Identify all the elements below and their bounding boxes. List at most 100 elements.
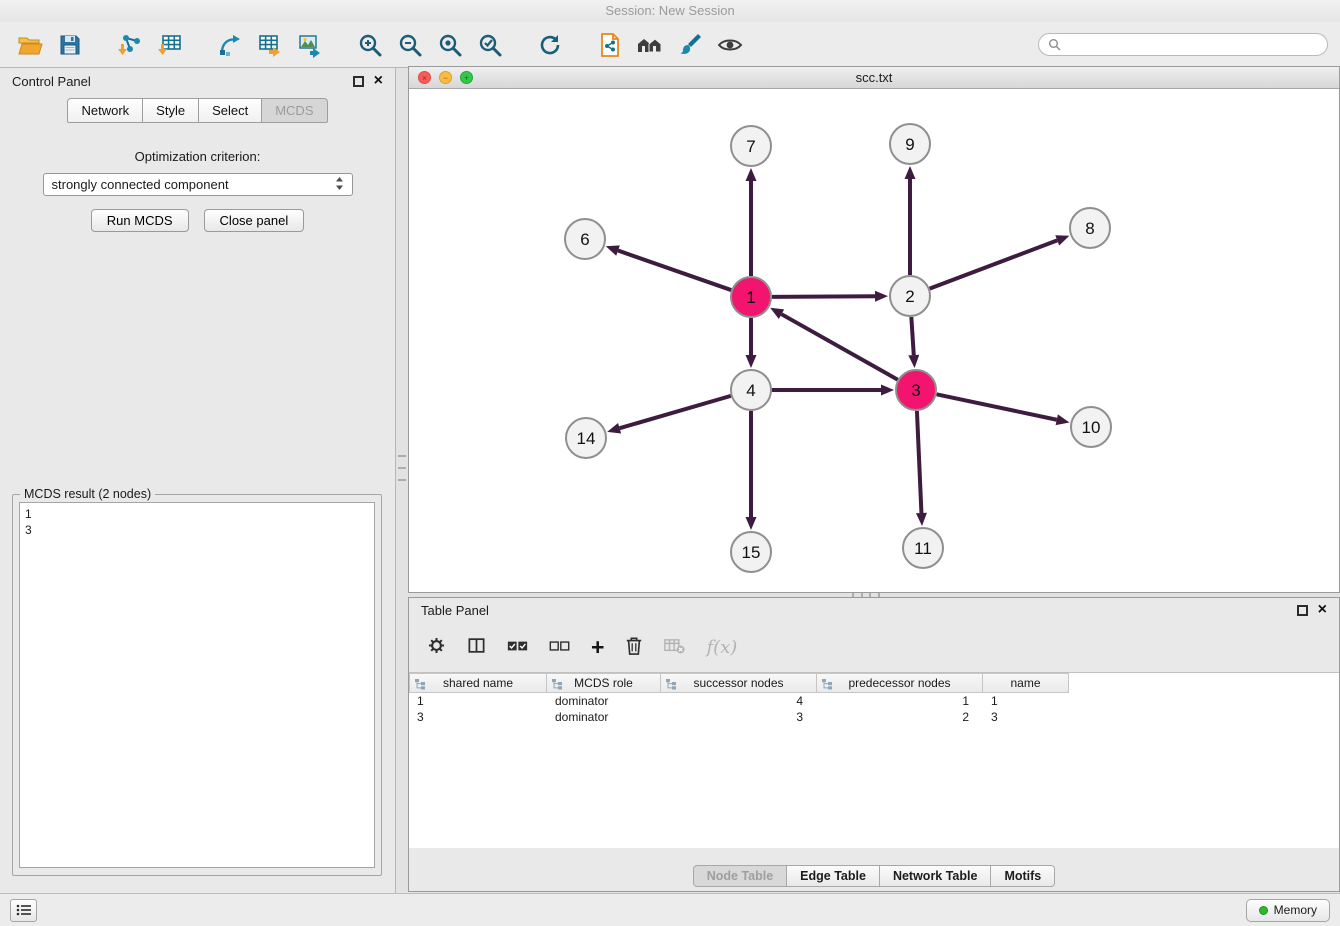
- vertical-splitter-handle[interactable]: [398, 455, 406, 481]
- first-neighbors-button[interactable]: [590, 26, 630, 64]
- float-panel-icon[interactable]: [353, 76, 364, 87]
- show-hide-button[interactable]: [710, 26, 750, 64]
- zoom-fit-button[interactable]: [430, 26, 470, 64]
- delete-table-button[interactable]: [664, 638, 685, 657]
- graph-edge-arrow: [746, 168, 757, 181]
- new-network-from-selection-button[interactable]: [210, 26, 250, 64]
- table-panel-tabs: Node Table Edge Table Network Table Moti…: [409, 865, 1339, 887]
- search-input[interactable]: [1066, 38, 1318, 52]
- cell-successor-nodes[interactable]: 4: [661, 694, 817, 708]
- column-header-successor-nodes[interactable]: successor nodes: [661, 673, 817, 693]
- graph-edge-2-3[interactable]: [911, 317, 913, 355]
- task-history-button[interactable]: [10, 899, 37, 922]
- optimization-criterion-label: Optimization criterion:: [0, 149, 395, 164]
- import-table-button[interactable]: [150, 26, 190, 64]
- run-mcds-button[interactable]: Run MCDS: [91, 209, 189, 232]
- tab-network[interactable]: Network: [67, 98, 142, 123]
- graph-edge-2-8[interactable]: [930, 240, 1058, 288]
- graph-edge-4-14[interactable]: [620, 396, 731, 428]
- memory-button[interactable]: Memory: [1246, 899, 1330, 922]
- graph-node-label: 1: [746, 288, 755, 307]
- graph-edge-arrow: [606, 245, 620, 255]
- table-row[interactable]: 1 dominator 4 1 1: [409, 693, 1339, 709]
- tab-node-table[interactable]: Node Table: [693, 865, 787, 887]
- import-network-button[interactable]: [110, 26, 150, 64]
- window-titlebar: Session: New Session: [0, 0, 1340, 22]
- function-builder-button[interactable]: f(x): [706, 637, 737, 658]
- graph-edge-3-10[interactable]: [937, 394, 1057, 419]
- network-window-titlebar[interactable]: × − + scc.txt: [409, 67, 1339, 89]
- criterion-selected-value: strongly connected component: [52, 177, 229, 192]
- column-header-shared-name[interactable]: shared name: [409, 673, 547, 693]
- export-table-icon: [257, 32, 283, 58]
- cell-shared-name[interactable]: 3: [409, 710, 547, 724]
- cell-mcds-role[interactable]: dominator: [547, 710, 661, 724]
- cell-predecessor-nodes[interactable]: 1: [817, 694, 983, 708]
- column-header-predecessor-nodes[interactable]: predecessor nodes: [817, 673, 983, 693]
- network-canvas[interactable]: 7968124314101511: [409, 89, 1339, 592]
- cell-name[interactable]: 3: [983, 710, 1069, 724]
- tab-motifs[interactable]: Motifs: [991, 865, 1055, 887]
- column-header-name[interactable]: name: [983, 673, 1069, 693]
- search-field[interactable]: [1038, 33, 1328, 56]
- apply-layout-button[interactable]: [530, 26, 570, 64]
- mcds-result-list[interactable]: 1 3: [19, 502, 375, 868]
- graph-node-label: 14: [577, 429, 596, 448]
- tab-edge-table[interactable]: Edge Table: [787, 865, 880, 887]
- zoom-out-icon: [397, 32, 423, 58]
- search-icon: [1048, 38, 1061, 51]
- graph-node-label: 4: [746, 381, 755, 400]
- tab-network-table[interactable]: Network Table: [880, 865, 992, 887]
- select-all-columns-button[interactable]: [507, 639, 528, 656]
- show-columns-button[interactable]: [467, 636, 486, 658]
- graph-edge-3-1[interactable]: [781, 314, 897, 380]
- main-toolbar: [0, 22, 1340, 68]
- maximize-window-icon[interactable]: +: [460, 71, 473, 84]
- table-panel-header: Table Panel ×: [409, 598, 1339, 622]
- status-bar: Memory: [0, 893, 1340, 926]
- zoom-in-button[interactable]: [350, 26, 390, 64]
- columns-icon: [467, 636, 486, 655]
- unselect-all-columns-button[interactable]: [549, 639, 570, 656]
- float-panel-icon[interactable]: [1297, 605, 1308, 616]
- graph-node-label: 3: [911, 381, 920, 400]
- zoom-fit-icon: [437, 32, 463, 58]
- tab-select[interactable]: Select: [198, 98, 261, 123]
- tab-mcds[interactable]: MCDS: [261, 98, 327, 123]
- table-settings-button[interactable]: [427, 636, 446, 658]
- control-panel: Control Panel × Network Style Select MCD…: [0, 68, 396, 893]
- zoom-out-button[interactable]: [390, 26, 430, 64]
- export-table-button[interactable]: [250, 26, 290, 64]
- cell-shared-name[interactable]: 1: [409, 694, 547, 708]
- export-image-button[interactable]: [290, 26, 330, 64]
- minimize-window-icon[interactable]: −: [439, 71, 452, 84]
- add-column-button[interactable]: +: [591, 637, 604, 657]
- graph-edge-arrow: [916, 513, 927, 526]
- column-header-mcds-role[interactable]: MCDS role: [547, 673, 661, 693]
- show-graphics-details-button[interactable]: [630, 26, 670, 64]
- save-session-button[interactable]: [50, 26, 90, 64]
- tab-style[interactable]: Style: [142, 98, 198, 123]
- delete-column-button[interactable]: [625, 636, 643, 659]
- graph-edge-1-2[interactable]: [772, 296, 875, 297]
- gear-icon: [427, 636, 446, 655]
- close-panel-icon[interactable]: ×: [374, 75, 383, 87]
- window-title: Session: New Session: [605, 3, 734, 18]
- graph-edge-arrow: [1055, 235, 1069, 245]
- cell-predecessor-nodes[interactable]: 2: [817, 710, 983, 724]
- graph-edge-1-6[interactable]: [618, 251, 731, 291]
- cell-successor-nodes[interactable]: 3: [661, 710, 817, 724]
- annotation-mode-button[interactable]: [670, 26, 710, 64]
- zoom-selected-button[interactable]: [470, 26, 510, 64]
- close-panel-icon[interactable]: ×: [1318, 604, 1327, 616]
- close-panel-button[interactable]: Close panel: [204, 209, 305, 232]
- criterion-dropdown[interactable]: strongly connected component: [43, 173, 353, 196]
- cell-mcds-role[interactable]: dominator: [547, 694, 661, 708]
- open-session-button[interactable]: [10, 26, 50, 64]
- cell-name[interactable]: 1: [983, 694, 1069, 708]
- column-hierarchy-icon: [821, 678, 833, 690]
- graph-edge-3-11[interactable]: [917, 411, 922, 513]
- table-row[interactable]: 3 dominator 3 2 3: [409, 709, 1339, 725]
- close-window-icon[interactable]: ×: [418, 71, 431, 84]
- houses-icon: [636, 32, 664, 58]
